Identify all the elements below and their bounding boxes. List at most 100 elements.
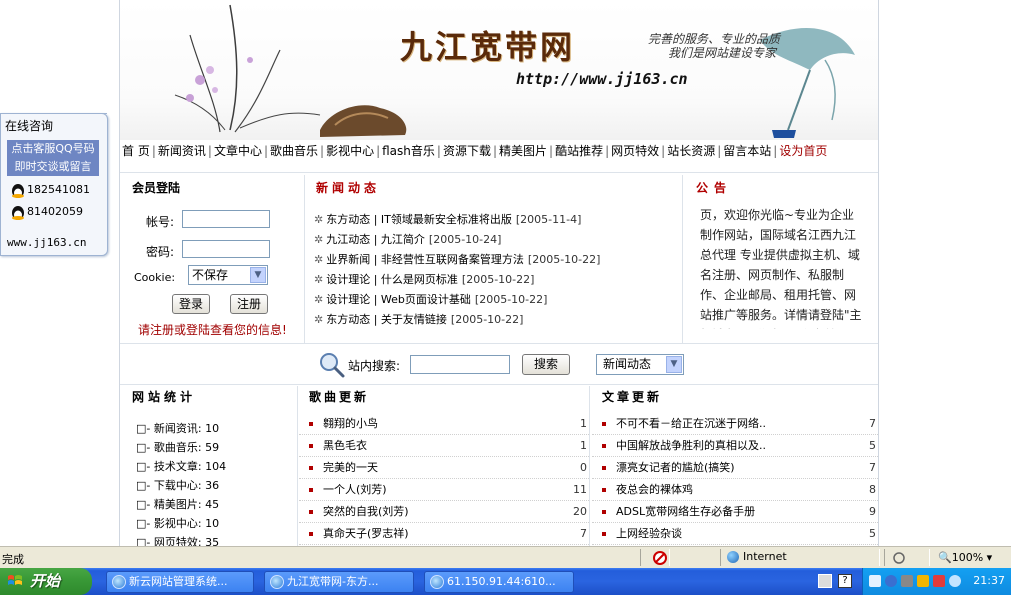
- bullet-icon: [602, 466, 606, 470]
- password-input[interactable]: [182, 240, 270, 258]
- article-link[interactable]: ADSL宽带网络生存必备手册: [616, 505, 755, 518]
- keyboard-icon[interactable]: [818, 574, 832, 588]
- nav-webmaster[interactable]: 站长资源: [667, 144, 715, 158]
- list-item[interactable]: 夜总会的裸体鸡 8: [592, 479, 878, 501]
- task-button[interactable]: 61.150.91.44:610...: [424, 571, 574, 593]
- list-item[interactable]: 完美的一天 0: [299, 457, 589, 479]
- bullet-icon: [602, 532, 606, 536]
- nav-separator: |: [605, 144, 610, 158]
- tray-volume-icon[interactable]: [901, 575, 913, 587]
- nav-pictures[interactable]: 精美图片: [499, 144, 547, 158]
- news-link[interactable]: 关于友情链接: [381, 313, 447, 326]
- news-item[interactable]: ✲ 业界新闻 | 非经营性互联网备案管理方法 [2005-10-22]: [314, 250, 600, 270]
- hit-count: 7: [869, 461, 876, 474]
- nav-guestbook[interactable]: 留言本站: [723, 144, 771, 158]
- popup-blocked-icon[interactable]: [653, 551, 667, 565]
- nav-cool-sites[interactable]: 酷站推荐: [555, 144, 603, 158]
- status-text: 完成: [2, 553, 24, 566]
- song-link[interactable]: 突然的自我(刘芳): [323, 505, 409, 518]
- article-link[interactable]: 不可不看－给正在沉迷于网络..: [616, 417, 766, 430]
- song-link[interactable]: 真命天子(罗志祥): [323, 527, 409, 540]
- cookie-select[interactable]: 不保存 ▼: [188, 265, 268, 285]
- nav-movies[interactable]: 影视中心: [326, 144, 374, 158]
- register-button[interactable]: 注册: [230, 294, 268, 314]
- news-item[interactable]: ✲ 设计理论 | Web页面设计基础 [2005-10-22]: [314, 290, 600, 310]
- list-item[interactable]: ADSL宽带网络生存必备手册 9: [592, 501, 878, 523]
- search-input[interactable]: [410, 355, 510, 374]
- nav-separator: |: [320, 144, 325, 158]
- site-banner: 九江宽带网 完善的服务、专业的品质 我们是网站建设专家 http://www.j…: [120, 0, 878, 140]
- nav-articles[interactable]: 文章中心: [214, 144, 262, 158]
- song-link[interactable]: 黑色毛衣: [323, 439, 367, 452]
- search-category-select[interactable]: 新闻动态 ▼: [596, 354, 684, 375]
- news-link[interactable]: 什么是网页标准: [381, 273, 458, 286]
- article-link[interactable]: 上网经验杂谈: [616, 527, 682, 540]
- news-category[interactable]: 东方动态: [326, 313, 370, 326]
- news-category[interactable]: 东方动态: [326, 213, 370, 226]
- news-item[interactable]: ✲ 东方动态 | IT领域最新安全标准将出版 [2005-11-4]: [314, 210, 600, 230]
- song-link[interactable]: 完美的一天: [323, 461, 378, 474]
- account-input[interactable]: [182, 210, 270, 228]
- task-button[interactable]: 九江宽带网-东方...: [264, 571, 414, 593]
- nav-downloads[interactable]: 资源下载: [443, 144, 491, 158]
- tray-arrow-icon[interactable]: [869, 575, 881, 587]
- password-label: 密码:: [146, 245, 175, 259]
- start-button[interactable]: 开始: [0, 568, 92, 595]
- news-category[interactable]: 业界新闻: [326, 253, 370, 266]
- nav-flash[interactable]: flash音乐: [382, 144, 435, 158]
- consult-title: 在线咨询: [5, 119, 54, 133]
- nav-music[interactable]: 歌曲音乐: [270, 144, 318, 158]
- nav-separator: |: [436, 144, 441, 158]
- task-button[interactable]: 新云网站管理系统...: [106, 571, 254, 593]
- news-link[interactable]: 九江简介: [381, 233, 425, 246]
- article-link[interactable]: 漂亮女记者的尴尬(搞笑): [616, 461, 735, 474]
- qq-contact[interactable]: 182541081: [11, 182, 90, 198]
- news-link[interactable]: Web页面设计基础: [381, 293, 471, 306]
- tray-antivirus-icon[interactable]: [933, 575, 945, 587]
- article-link[interactable]: 中国解放战争胜利的真相以及..: [616, 439, 766, 452]
- song-link[interactable]: 一个人(刘芳): [323, 483, 387, 496]
- privacy-icon[interactable]: [892, 551, 906, 565]
- list-item[interactable]: 黑色毛衣 1: [299, 435, 589, 457]
- login-button[interactable]: 登录: [172, 294, 210, 314]
- chevron-down-icon: ▼: [250, 267, 266, 283]
- help-icon[interactable]: ?: [838, 574, 852, 588]
- news-category[interactable]: 设计理论: [326, 273, 370, 286]
- announcement-box: 公告 页，欢迎你光临~专业为企业制作网站，国际域名江西九江总代理 专业提供虚拟主…: [684, 175, 878, 343]
- qq-contact[interactable]: 81402059: [11, 204, 83, 220]
- tray-security-icon[interactable]: [917, 575, 929, 587]
- consult-prompt[interactable]: 点击客服QQ号码 即时交谈或留言: [7, 140, 99, 176]
- gear-bullet-icon: ✲: [314, 293, 324, 306]
- list-item[interactable]: 漂亮女记者的尴尬(搞笑) 7: [592, 457, 878, 479]
- list-item[interactable]: 中国解放战争胜利的真相以及.. 5: [592, 435, 878, 457]
- nav-home[interactable]: 首 页: [122, 144, 150, 158]
- news-link[interactable]: 非经营性互联网备案管理方法: [381, 253, 524, 266]
- news-item[interactable]: ✲ 九江动态 | 九江简介 [2005-10-24]: [314, 230, 600, 250]
- news-item[interactable]: ✲ 东方动态 | 关于友情链接 [2005-10-22]: [314, 310, 600, 330]
- tray-network-icon[interactable]: [949, 575, 961, 587]
- hit-count: 5: [869, 527, 876, 540]
- list-item[interactable]: 突然的自我(刘芳) 20: [299, 501, 589, 523]
- news-item[interactable]: ✲ 设计理论 | 什么是网页标准 [2005-10-22]: [314, 270, 600, 290]
- news-link[interactable]: IT领域最新安全标准将出版: [381, 213, 512, 226]
- news-category[interactable]: 九江动态: [326, 233, 370, 246]
- site-search-bar: 站内搜索: 搜索 新闻动态 ▼: [120, 344, 878, 384]
- tray-messenger-icon[interactable]: [885, 575, 897, 587]
- list-item[interactable]: 真命天子(罗志祥) 7: [299, 523, 589, 545]
- list-item[interactable]: 一个人(刘芳) 11: [299, 479, 589, 501]
- qq-number[interactable]: 81402059: [27, 205, 83, 218]
- zoom-level[interactable]: 🔍100% ▾: [938, 551, 992, 564]
- song-link[interactable]: 翱翔的小鸟: [323, 417, 378, 430]
- nav-news[interactable]: 新闻资讯: [158, 144, 206, 158]
- set-homepage-link[interactable]: 设为首页: [779, 144, 827, 158]
- stats-item: □- 新闻资讯: 10: [136, 422, 220, 435]
- list-item[interactable]: 翱翔的小鸟 1: [299, 413, 589, 435]
- nav-effects[interactable]: 网页特效: [611, 144, 659, 158]
- news-category[interactable]: 设计理论: [326, 293, 370, 306]
- news-list: ✲ 东方动态 | IT领域最新安全标准将出版 [2005-11-4] ✲ 九江动态 |…: [314, 210, 600, 330]
- search-button[interactable]: 搜索: [522, 354, 570, 375]
- list-item[interactable]: 上网经验杂谈 5: [592, 523, 878, 545]
- qq-number[interactable]: 182541081: [27, 183, 90, 196]
- list-item[interactable]: 不可不看－给正在沉迷于网络.. 7: [592, 413, 878, 435]
- article-link[interactable]: 夜总会的裸体鸡: [616, 483, 693, 496]
